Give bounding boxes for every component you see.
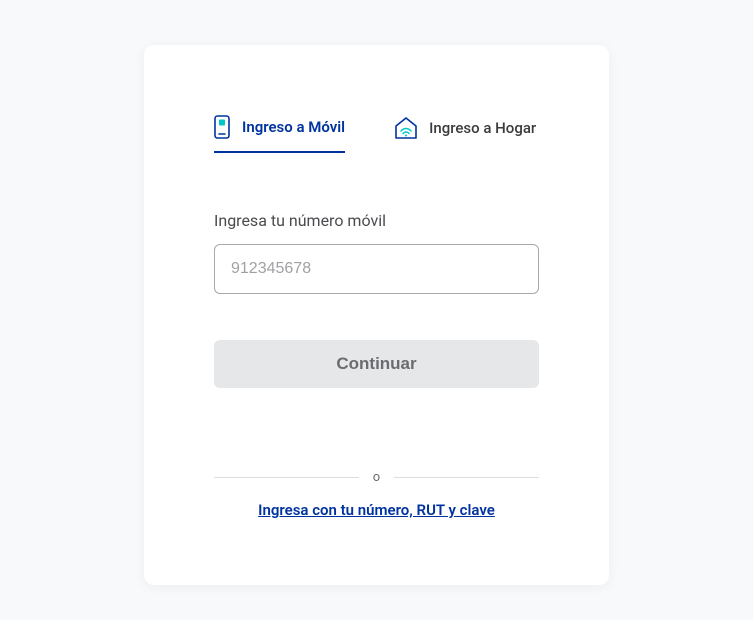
- tab-movil[interactable]: Ingreso a Móvil: [214, 115, 345, 153]
- login-card: Ingreso a Móvil Ingreso a Hogar Ingresa …: [144, 45, 609, 585]
- home-wifi-icon: [393, 116, 419, 140]
- divider: o: [214, 470, 539, 485]
- tab-hogar-label: Ingreso a Hogar: [429, 119, 536, 137]
- login-tabs: Ingreso a Móvil Ingreso a Hogar: [214, 115, 539, 153]
- divider-line-left: [214, 477, 359, 478]
- phone-label: Ingresa tu número móvil: [214, 211, 539, 230]
- phone-input[interactable]: [214, 244, 539, 294]
- tab-movil-label: Ingreso a Móvil: [242, 118, 345, 136]
- tab-hogar[interactable]: Ingreso a Hogar: [393, 115, 536, 153]
- mobile-icon: [214, 115, 232, 139]
- divider-line-right: [394, 477, 539, 478]
- continue-button[interactable]: Continuar: [214, 340, 539, 388]
- alt-login-link[interactable]: Ingresa con tu número, RUT y clave: [214, 501, 539, 519]
- divider-text: o: [359, 470, 394, 485]
